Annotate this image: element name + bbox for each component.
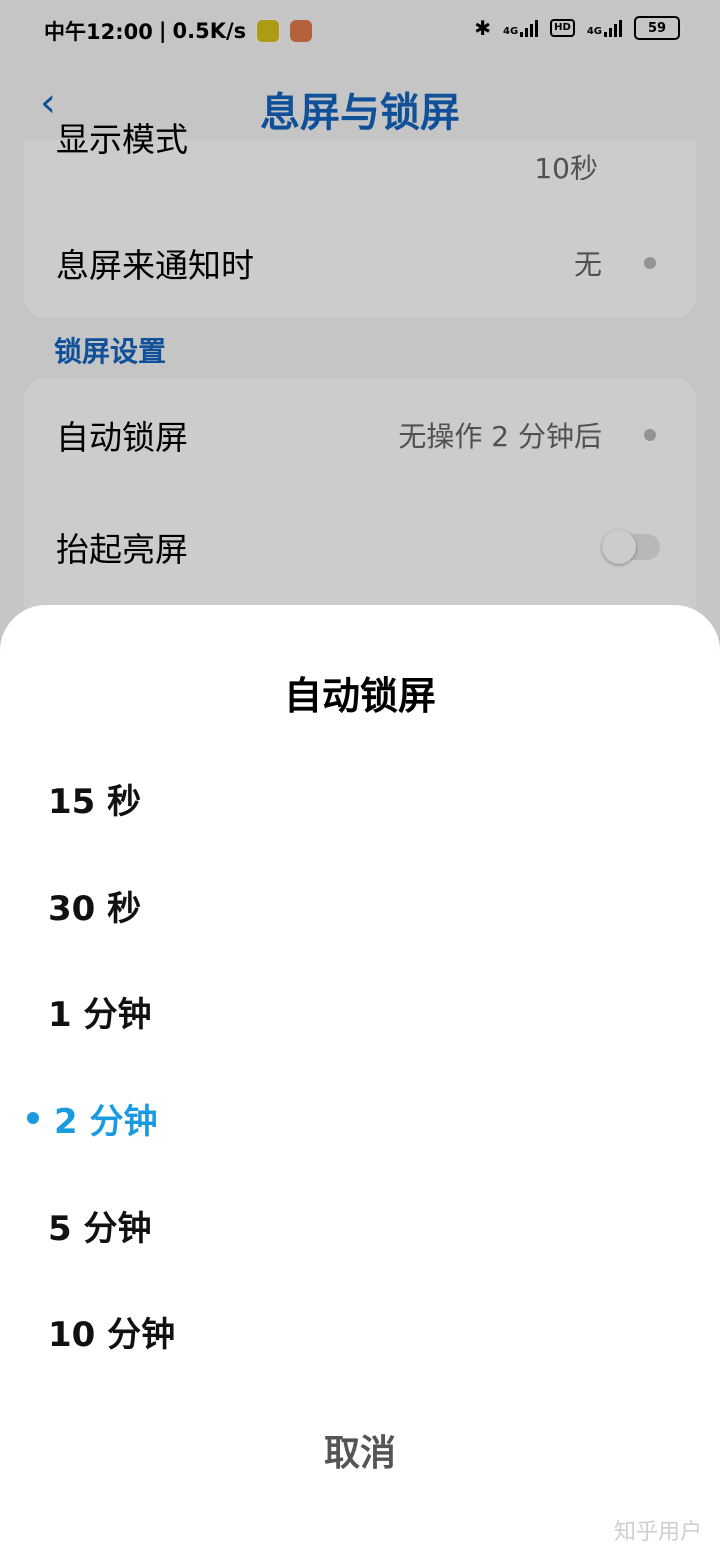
option-15s[interactable]: 15 秒 <box>48 758 668 838</box>
option-label: 5 分钟 <box>48 1208 152 1249</box>
watermark: 知乎用户 <box>613 1520 702 1545</box>
sheet-title: 自动锁屏 <box>283 674 436 718</box>
cancel-button[interactable]: 取消 <box>260 1410 460 1490</box>
option-label: 30 秒 <box>48 888 142 929</box>
option-1min[interactable]: 1 分钟 <box>48 971 668 1051</box>
option-label: 1 分钟 <box>48 994 152 1035</box>
option-30s[interactable]: 30 秒 <box>48 865 668 945</box>
option-label: 15 秒 <box>48 781 142 822</box>
option-5min[interactable]: 5 分钟 <box>48 1185 668 1265</box>
option-label: 10 分钟 <box>48 1314 176 1355</box>
option-10min[interactable]: 10 分钟 <box>48 1291 668 1371</box>
auto-lock-sheet: 自动锁屏 15 秒 30 秒 1 分钟 2 分钟 5 分钟 10 分钟 取消 知… <box>0 605 720 1560</box>
option-label: 2 分钟 <box>54 1101 158 1142</box>
option-2min[interactable]: 2 分钟 <box>27 1078 674 1158</box>
selected-dot-icon <box>27 1112 39 1124</box>
